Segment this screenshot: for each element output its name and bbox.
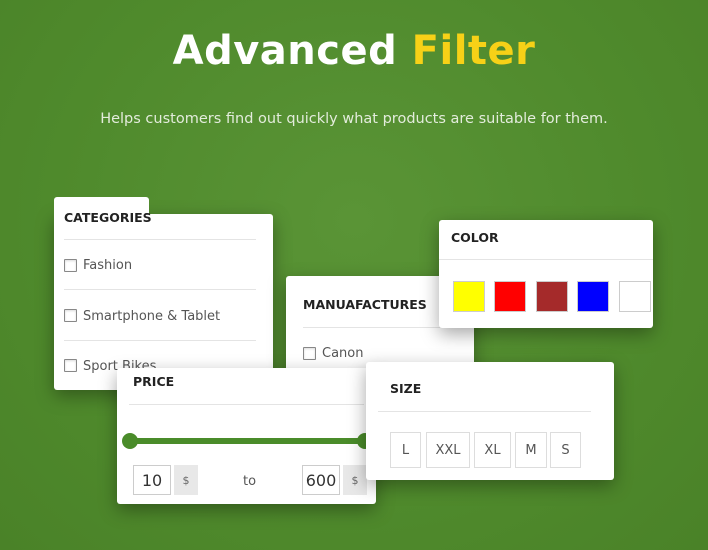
divider	[378, 411, 591, 412]
categories-title: CATEGORIES	[64, 210, 152, 225]
size-panel: SIZE L XXL XL M S	[366, 362, 614, 480]
price-panel: PRICE 10 $ to 600 $	[117, 368, 376, 504]
color-swatch-red[interactable]	[494, 281, 526, 312]
price-slider-min-handle[interactable]	[122, 433, 138, 449]
price-to-label: to	[243, 474, 257, 489]
checkbox[interactable]	[303, 347, 316, 360]
size-option-l[interactable]: L	[390, 432, 421, 468]
divider	[64, 340, 256, 341]
divider	[439, 259, 653, 260]
categories-panel: CATEGORIES Fashion Smartphone & Tablet S…	[54, 197, 273, 390]
price-max-currency: $	[343, 465, 367, 495]
size-option-xl[interactable]: XL	[474, 432, 511, 468]
price-title: PRICE	[133, 374, 175, 389]
size-title: SIZE	[390, 381, 422, 396]
color-title: COLOR	[451, 230, 499, 245]
divider	[303, 327, 461, 328]
manufactures-title: MANUAFACTURES	[303, 297, 427, 312]
checkbox[interactable]	[64, 259, 77, 272]
price-min-currency: $	[174, 465, 198, 495]
color-swatch-blue[interactable]	[577, 281, 609, 312]
color-panel: COLOR	[439, 220, 653, 328]
page-subtitle: Helps customers find out quickly what pr…	[100, 111, 608, 127]
price-slider-track[interactable]	[131, 438, 365, 444]
divider	[129, 404, 364, 405]
manufacture-label: Canon	[322, 346, 364, 361]
divider	[64, 239, 256, 240]
category-label: Smartphone & Tablet	[83, 309, 221, 324]
page-title: Advanced Filter	[0, 28, 708, 74]
category-label: Fashion	[83, 258, 133, 273]
size-option-xxl[interactable]: XXL	[426, 432, 470, 468]
checkbox[interactable]	[64, 359, 77, 372]
color-swatch-yellow[interactable]	[453, 281, 485, 312]
size-option-s[interactable]: S	[550, 432, 581, 468]
title-main: Advanced	[172, 28, 398, 74]
divider	[64, 289, 256, 290]
color-swatch-white[interactable]	[619, 281, 651, 312]
checkbox[interactable]	[64, 309, 77, 322]
color-swatch-brown[interactable]	[536, 281, 568, 312]
title-highlight: Filter	[411, 28, 536, 74]
price-min-input[interactable]: 10	[133, 465, 171, 495]
size-option-m[interactable]: M	[515, 432, 547, 468]
price-max-input[interactable]: 600	[302, 465, 340, 495]
